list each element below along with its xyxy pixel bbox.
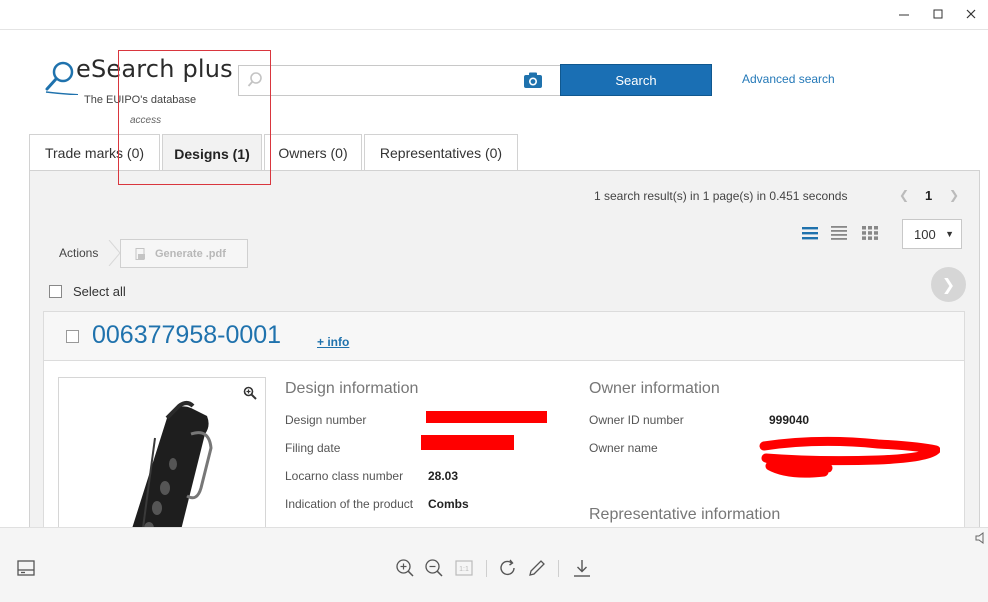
redaction-mark: [426, 411, 547, 423]
logo-subtitle-access: access: [130, 115, 162, 126]
toolbar-divider: [486, 560, 487, 577]
tab-trade-marks[interactable]: Trade marks (0): [29, 134, 160, 171]
next-result-arrow-icon[interactable]: ❯: [931, 267, 966, 302]
product-indication-label: Indication of the product: [285, 497, 414, 511]
generate-pdf-label: Generate .pdf: [155, 247, 226, 260]
edit-icon[interactable]: [527, 558, 547, 578]
search-input[interactable]: [269, 70, 519, 92]
redaction-mark: [421, 435, 514, 450]
close-icon[interactable]: [955, 2, 987, 26]
per-page-value: 100: [914, 226, 936, 242]
chevron-down-icon: ▼: [945, 229, 954, 239]
toolbar-divider: [558, 560, 559, 577]
select-all-label[interactable]: Select all: [73, 284, 126, 299]
previous-page-icon[interactable]: ❮: [899, 188, 909, 202]
panel-icon[interactable]: [16, 558, 36, 578]
design-number-link[interactable]: 006377958-0001: [92, 321, 281, 350]
locarno-class-label: Locarno class number: [285, 469, 404, 483]
maximize-icon[interactable]: [922, 2, 954, 26]
product-indication-value: Combs: [428, 497, 469, 511]
fit-page-icon[interactable]: 1:1: [454, 558, 474, 578]
tab-representatives[interactable]: Representatives (0): [364, 134, 518, 171]
list-view-icon[interactable]: [801, 225, 819, 241]
search-button[interactable]: Search: [560, 64, 712, 96]
select-all-checkbox[interactable]: [49, 285, 62, 298]
owner-name-label: Owner name: [589, 441, 658, 455]
tab-designs[interactable]: Designs (1): [162, 134, 262, 172]
advanced-search-link[interactable]: Advanced search: [742, 72, 835, 86]
results-per-page-select[interactable]: 100 ▼: [902, 219, 962, 249]
logo-subtitle: The EUIPO's database: [84, 94, 197, 106]
locarno-class-value: 28.03: [428, 469, 459, 483]
owner-information-title: Owner information: [589, 380, 720, 397]
search-field[interactable]: [238, 65, 561, 96]
search-icon: [247, 72, 262, 87]
generate-pdf-button[interactable]: Generate .pdf: [120, 239, 248, 268]
sound-icon[interactable]: [975, 531, 987, 545]
download-icon[interactable]: [572, 558, 592, 578]
more-info-link[interactable]: + info: [317, 335, 349, 349]
owner-id-value: 999040: [769, 413, 810, 427]
esearch-logo[interactable]: eSearch plus The EUIPO's database access: [44, 55, 233, 135]
results-summary: 1 search result(s) in 1 page(s) in 0.451…: [594, 189, 848, 203]
zoom-icon[interactable]: [243, 386, 257, 400]
design-image-multitool: [129, 401, 213, 536]
next-page-icon[interactable]: ❯: [949, 188, 959, 202]
logo-title: eSearch plus: [76, 55, 233, 83]
redaction-scribble: [759, 436, 940, 478]
tab-owners[interactable]: Owners (0): [264, 134, 362, 171]
representative-information-title: Representative information: [589, 506, 781, 523]
current-page-number[interactable]: 1: [925, 188, 932, 203]
result-checkbox[interactable]: [66, 330, 79, 343]
rotate-icon[interactable]: [498, 558, 518, 578]
zoom-out-icon[interactable]: [424, 558, 444, 578]
grid-view-icon[interactable]: [861, 225, 879, 241]
svg-text:1:1: 1:1: [459, 566, 469, 573]
design-image[interactable]: [58, 377, 266, 537]
zoom-in-icon[interactable]: [395, 558, 415, 578]
design-number-label: Design number: [285, 413, 367, 427]
camera-icon[interactable]: [523, 71, 543, 89]
owner-id-label: Owner ID number: [589, 413, 684, 427]
viewer-toolbar: [0, 527, 988, 602]
minimize-icon[interactable]: [888, 2, 920, 26]
compact-list-icon[interactable]: [830, 225, 848, 241]
logo-magnifier-icon: [45, 61, 78, 95]
design-information-title: Design information: [285, 380, 419, 397]
pdf-icon: [135, 248, 145, 260]
window-titlebar: [0, 0, 988, 30]
filing-date-label: Filing date: [285, 441, 341, 455]
actions-label: Actions: [59, 246, 99, 260]
